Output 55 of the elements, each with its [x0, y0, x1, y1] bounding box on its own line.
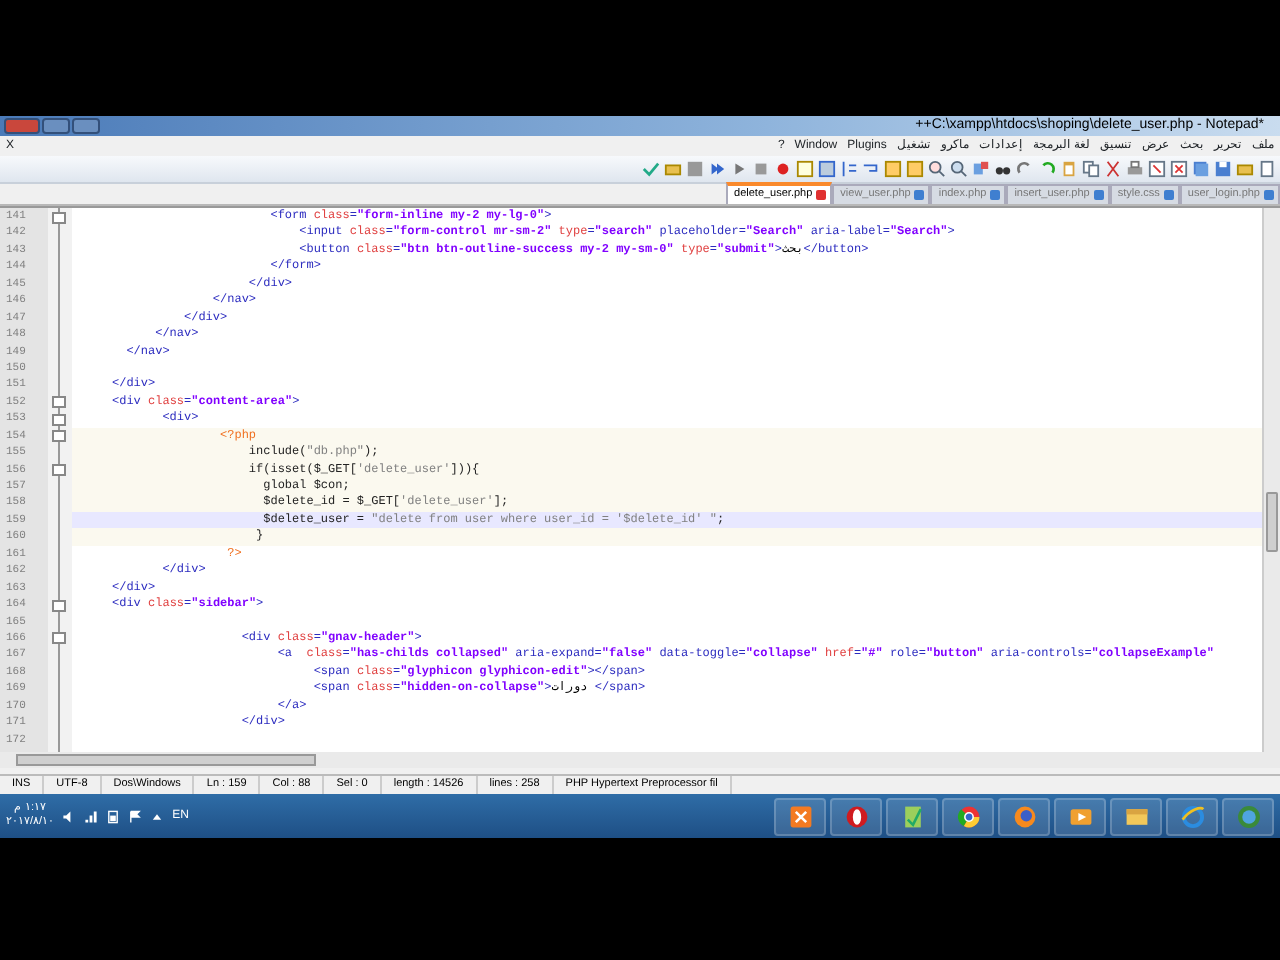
whitespace-icon[interactable] — [818, 160, 836, 178]
fold-toggle-icon[interactable] — [52, 430, 66, 443]
scrollbar-thumb[interactable] — [1266, 492, 1278, 552]
zoom-out-icon[interactable] — [928, 160, 946, 178]
cut-icon[interactable] — [1104, 160, 1122, 178]
fold-toggle-icon[interactable] — [52, 413, 66, 426]
start-button[interactable] — [1235, 803, 1261, 829]
save-macro-icon[interactable] — [686, 160, 704, 178]
record-icon[interactable] — [774, 160, 792, 178]
replace-icon[interactable] — [972, 160, 990, 178]
caret-up-icon[interactable] — [150, 809, 165, 823]
save-icon[interactable] — [1214, 160, 1232, 178]
taskbar-folder-icon[interactable] — [1123, 803, 1149, 829]
fold-toggle-icon[interactable] — [52, 211, 66, 223]
new-document-icon[interactable] — [1258, 160, 1276, 178]
close-all-icon[interactable] — [1148, 160, 1166, 178]
folder-icon[interactable] — [664, 160, 682, 178]
print-icon[interactable] — [1126, 160, 1144, 178]
sync-horizontal-icon[interactable] — [884, 160, 902, 178]
fold-toggle-icon[interactable] — [52, 396, 66, 409]
signal-icon[interactable] — [84, 809, 99, 823]
copy-icon[interactable] — [1082, 160, 1100, 178]
zoom-in-icon[interactable] — [950, 160, 968, 178]
taskbar-app-icon[interactable] — [955, 803, 981, 829]
vertical-scrollbar[interactable] — [1262, 208, 1280, 752]
paste-icon[interactable] — [1060, 160, 1078, 178]
horizontal-scrollbar[interactable] — [0, 752, 1280, 768]
taskbar-app-icon[interactable] — [1179, 803, 1205, 829]
scrollbar-thumb[interactable] — [16, 754, 316, 766]
redo-icon[interactable] — [1016, 160, 1034, 178]
close-button[interactable] — [4, 117, 40, 133]
save-all-icon[interactable] — [1192, 160, 1210, 178]
folder-icon[interactable] — [1236, 160, 1254, 178]
battery-icon[interactable] — [106, 809, 121, 823]
stop-icon[interactable] — [752, 160, 770, 178]
taskbar-app-icon[interactable] — [899, 803, 925, 829]
play-icon[interactable] — [730, 160, 748, 178]
sync-scroll-icon[interactable] — [906, 160, 924, 178]
wrap-icon[interactable] — [862, 160, 880, 178]
minimize-button[interactable] — [72, 117, 100, 133]
taskbar-app-icon[interactable] — [843, 803, 869, 829]
play-multiple-icon[interactable] — [708, 160, 726, 178]
taskbar-app-icon[interactable] — [1067, 803, 1093, 829]
maximize-button[interactable] — [42, 117, 70, 133]
undo-icon[interactable] — [1038, 160, 1056, 178]
taskbar-app-icon[interactable] — [787, 803, 813, 829]
document-map-icon[interactable] — [796, 160, 814, 178]
fold-toggle-icon[interactable] — [52, 632, 66, 645]
indent-guide-icon[interactable] — [840, 160, 858, 178]
fold-toggle-icon[interactable] — [52, 464, 66, 477]
flag-icon[interactable] — [128, 809, 143, 823]
spellcheck-icon[interactable] — [642, 160, 660, 178]
fold-toggle-icon[interactable] — [52, 599, 66, 612]
code-editor[interactable] — [0, 208, 1262, 752]
close-icon[interactable] — [1170, 160, 1188, 178]
